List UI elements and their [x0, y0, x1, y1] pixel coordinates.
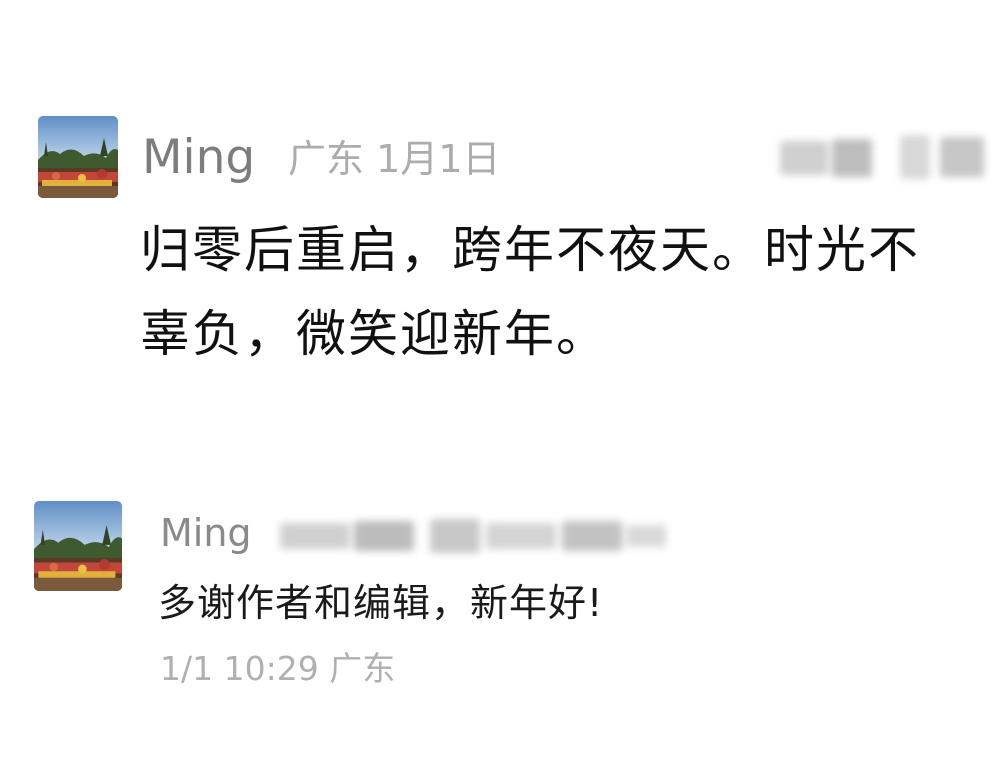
- landscape-avatar-icon: [38, 116, 118, 198]
- blurred-region: [740, 135, 1000, 183]
- comment-avatar[interactable]: [38, 116, 118, 198]
- blurred-region: [280, 515, 680, 559]
- comment-text: 归零后重启，跨年不夜天。时光不 辜负，微笑迎新年。: [140, 208, 990, 376]
- comment-text-line-2: 辜负，微笑迎新年。: [140, 305, 608, 363]
- reply-avatar[interactable]: [34, 501, 122, 591]
- comment-author-name[interactable]: Ming: [142, 126, 255, 190]
- comment-location-date: 广东 1月1日: [288, 137, 501, 181]
- comments-screen: Ming 广东 1月1日 归零后重启，跨年不夜天。时光不 辜负，微笑迎新年。 M…: [0, 0, 1000, 771]
- landscape-avatar-icon: [34, 501, 122, 591]
- reply-text: 多谢作者和编辑，新年好!: [158, 581, 604, 625]
- reply-time-location: 1/1 10:29 广东: [160, 649, 396, 688]
- reply-author-name[interactable]: Ming: [160, 508, 252, 558]
- comment-text-line-1: 归零后重启，跨年不夜天。时光不: [140, 221, 920, 279]
